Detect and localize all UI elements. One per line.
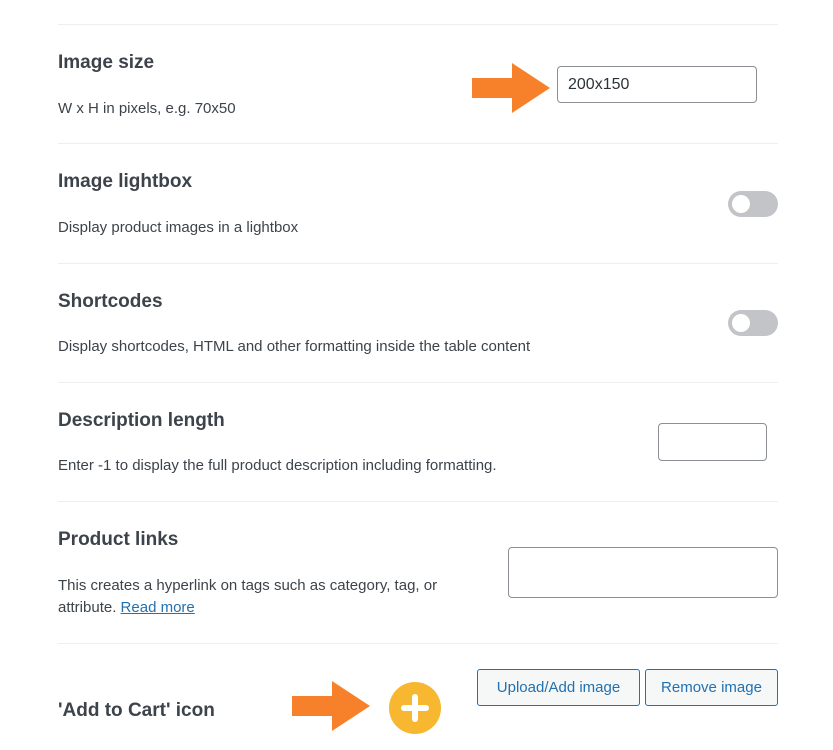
product-links-title: Product links	[58, 529, 179, 550]
shortcodes-description: Display shortcodes, HTML and other forma…	[58, 338, 531, 355]
add-to-cart-icon-title: 'Add to Cart' icon	[58, 700, 215, 721]
image-size-title: Image size	[58, 52, 155, 73]
description-length-description: Enter -1 to display the full product des…	[58, 457, 497, 474]
image-size-description: W x H in pixels, e.g. 70x50	[58, 100, 236, 117]
toggle-knob	[732, 314, 750, 332]
divider	[58, 24, 778, 25]
image-size-input[interactable]	[557, 66, 757, 103]
product-links-input[interactable]	[508, 547, 778, 598]
remove-image-button[interactable]: Remove image	[645, 669, 778, 706]
image-lightbox-description: Display product images in a lightbox	[58, 219, 299, 236]
divider	[58, 143, 778, 144]
annotation-arrow-icon	[472, 63, 550, 113]
product-links-description: This creates a hyperlink on tags such as…	[58, 575, 478, 619]
description-length-title: Description length	[58, 410, 225, 431]
read-more-link[interactable]: Read more	[121, 599, 195, 616]
upload-add-image-button[interactable]: Upload/Add image	[477, 669, 640, 706]
divider	[58, 643, 778, 644]
product-links-description-text: This creates a hyperlink on tags such as…	[58, 577, 438, 616]
annotation-arrow-icon	[292, 681, 370, 731]
image-lightbox-title: Image lightbox	[58, 171, 193, 192]
image-lightbox-toggle[interactable]	[728, 191, 778, 217]
divider	[58, 263, 778, 264]
shortcodes-title: Shortcodes	[58, 291, 163, 312]
divider	[58, 382, 778, 383]
shortcodes-toggle[interactable]	[728, 310, 778, 336]
description-length-input[interactable]	[658, 423, 767, 461]
divider	[58, 501, 778, 502]
plus-circle-icon	[389, 682, 441, 734]
toggle-knob	[732, 195, 750, 213]
